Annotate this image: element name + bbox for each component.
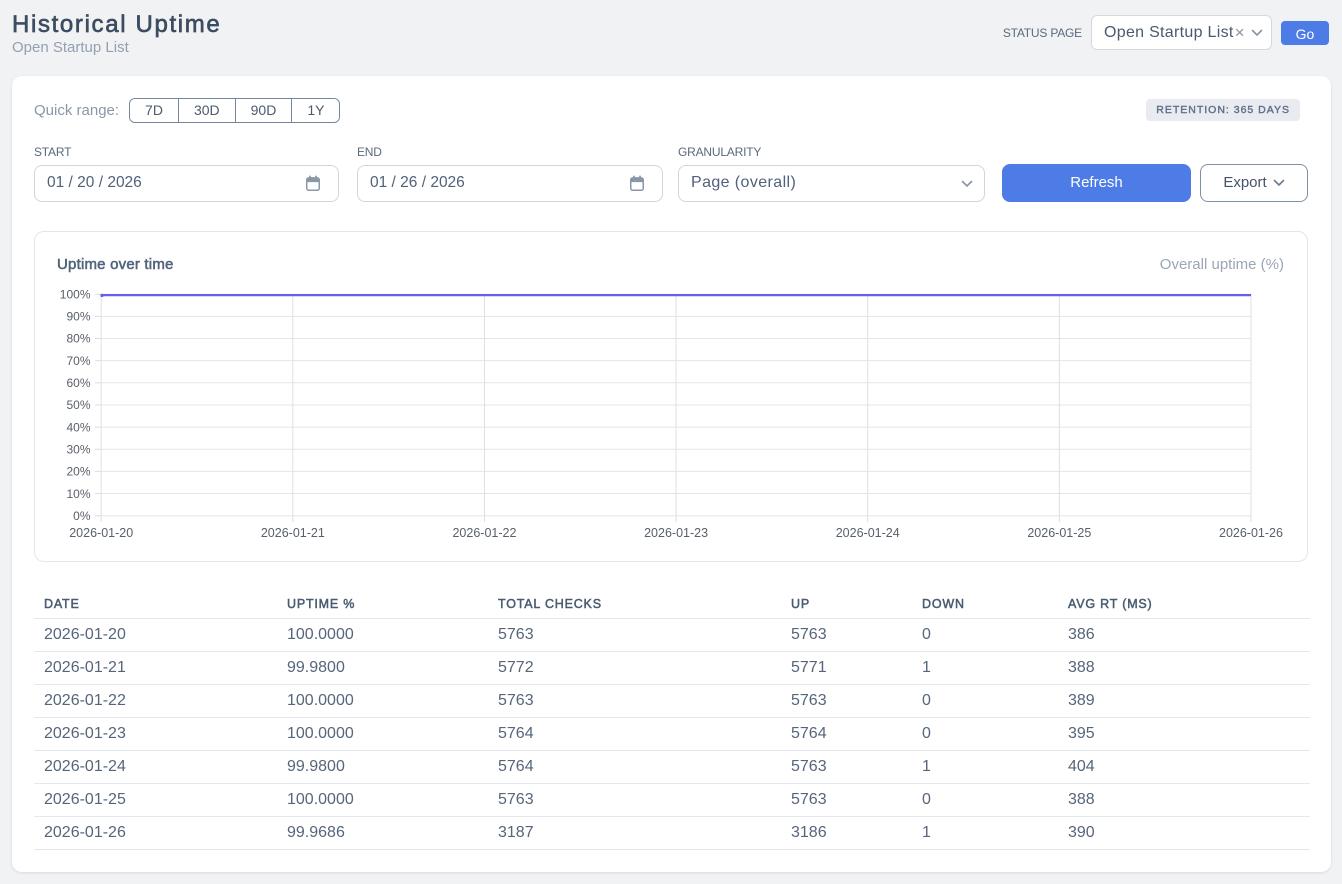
svg-text:2026-01-20: 2026-01-20 [69, 526, 133, 540]
svg-text:2026-01-21: 2026-01-21 [261, 526, 325, 540]
svg-text:30%: 30% [66, 442, 90, 456]
svg-text:2026-01-22: 2026-01-22 [452, 526, 516, 540]
svg-text:50%: 50% [66, 398, 90, 412]
svg-text:80%: 80% [66, 331, 90, 345]
svg-text:2026-01-24: 2026-01-24 [836, 526, 900, 540]
svg-text:10%: 10% [66, 486, 90, 500]
svg-text:2026-01-25: 2026-01-25 [1027, 526, 1091, 540]
svg-text:0%: 0% [73, 508, 91, 522]
svg-text:70%: 70% [66, 353, 90, 367]
svg-text:20%: 20% [66, 464, 90, 478]
svg-text:40%: 40% [66, 420, 90, 434]
svg-text:90%: 90% [66, 309, 90, 323]
svg-text:2026-01-23: 2026-01-23 [644, 526, 708, 540]
svg-text:100%: 100% [60, 287, 91, 301]
svg-text:2026-01-26: 2026-01-26 [1219, 526, 1283, 540]
svg-text:60%: 60% [66, 376, 90, 390]
